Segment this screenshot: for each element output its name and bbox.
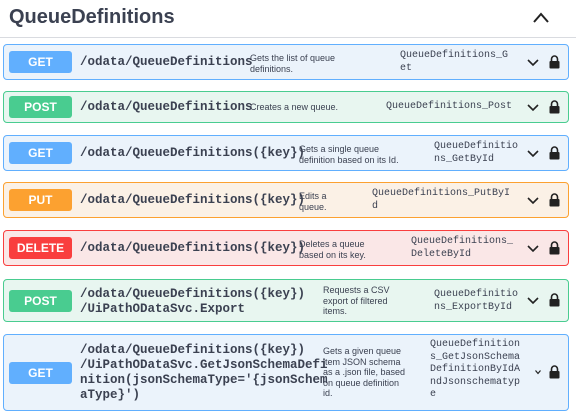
operation-row[interactable]: PUT /odata/QueueDefinitions({key}) Edits… [3, 182, 569, 218]
method-badge: GET [9, 362, 72, 384]
operation-description: Gets a given queue item JSON schema as a… [323, 346, 406, 398]
chevron-down-icon[interactable] [527, 104, 539, 112]
endpoint-path: /odata/QueueDefinitions({key}) [80, 193, 306, 207]
lock-icon[interactable] [549, 293, 560, 307]
operation-description: Edits a queue. [299, 191, 327, 212]
method-badge: GET [9, 51, 72, 73]
lock-icon[interactable] [549, 193, 560, 207]
endpoint-path: /odata/QueueDefinitions({key}) /UiPathOD… [80, 287, 306, 316]
operation-row[interactable]: DELETE /odata/QueueDefinitions({key}) De… [3, 230, 569, 266]
chevron-down-icon[interactable] [527, 297, 539, 305]
operation-id: QueueDefinitions_ DeleteById [411, 236, 514, 260]
endpoint-path: /odata/QueueDefinitions [80, 100, 253, 114]
method-badge: GET [9, 142, 72, 164]
method-badge: DELETE [9, 237, 72, 259]
operation-description: Gets a single queue definition based on … [299, 144, 399, 165]
lock-icon[interactable] [549, 241, 560, 255]
method-badge: POST [9, 290, 72, 312]
operation-row[interactable]: POST /odata/QueueDefinitions({key}) /UiP… [3, 279, 569, 322]
operation-row[interactable]: GET /odata/QueueDefinitions Gets the lis… [3, 44, 569, 80]
chevron-down-icon[interactable] [527, 150, 539, 158]
operation-description: Requests a CSV export of filtered items. [323, 285, 390, 316]
operation-id: QueueDefinitions_Post [386, 101, 513, 112]
section-title: QueueDefinitions [9, 6, 175, 28]
operation-row[interactable]: GET /odata/QueueDefinitions({key}) Gets … [3, 135, 569, 171]
method-badge: PUT [9, 189, 72, 211]
section-header[interactable]: QueueDefinitions [0, 0, 576, 38]
lock-icon[interactable] [549, 100, 560, 114]
lock-icon[interactable] [549, 365, 560, 379]
chevron-down-icon[interactable] [527, 59, 539, 67]
operation-description: Gets the list of queue definitions. [250, 53, 336, 74]
operation-id: QueueDefinition s_GetJsonSchema Definiti… [430, 339, 521, 400]
operation-id: QueueDefinitio ns_GetById [434, 141, 519, 165]
lock-icon[interactable] [549, 146, 560, 160]
operation-row[interactable]: GET /odata/QueueDefinitions({key}) /UiPa… [3, 334, 569, 411]
endpoint-path: /odata/QueueDefinitions [80, 55, 253, 69]
endpoint-path: /odata/QueueDefinitions({key}) /UiPathOD… [80, 343, 328, 402]
lock-icon[interactable] [549, 55, 560, 69]
chevron-up-icon[interactable] [532, 10, 550, 26]
endpoint-path: /odata/QueueDefinitions({key}) [80, 241, 306, 255]
method-badge: POST [9, 96, 72, 118]
chevron-down-icon[interactable] [535, 369, 541, 375]
operation-row[interactable]: POST /odata/QueueDefinitions Creates a n… [3, 91, 569, 123]
chevron-down-icon[interactable] [527, 197, 539, 205]
operation-description: Creates a new queue. [250, 102, 339, 112]
operation-id: QueueDefinitions_PutByI d [372, 188, 511, 212]
operation-id: QueueDefinitio ns_ExportById [434, 289, 519, 313]
chevron-down-icon[interactable] [527, 245, 539, 253]
endpoint-path: /odata/QueueDefinitions({key}) [80, 146, 306, 160]
operation-description: Deletes a queue based on its key. [299, 239, 366, 260]
operation-id: QueueDefinitions_G et [400, 50, 509, 74]
